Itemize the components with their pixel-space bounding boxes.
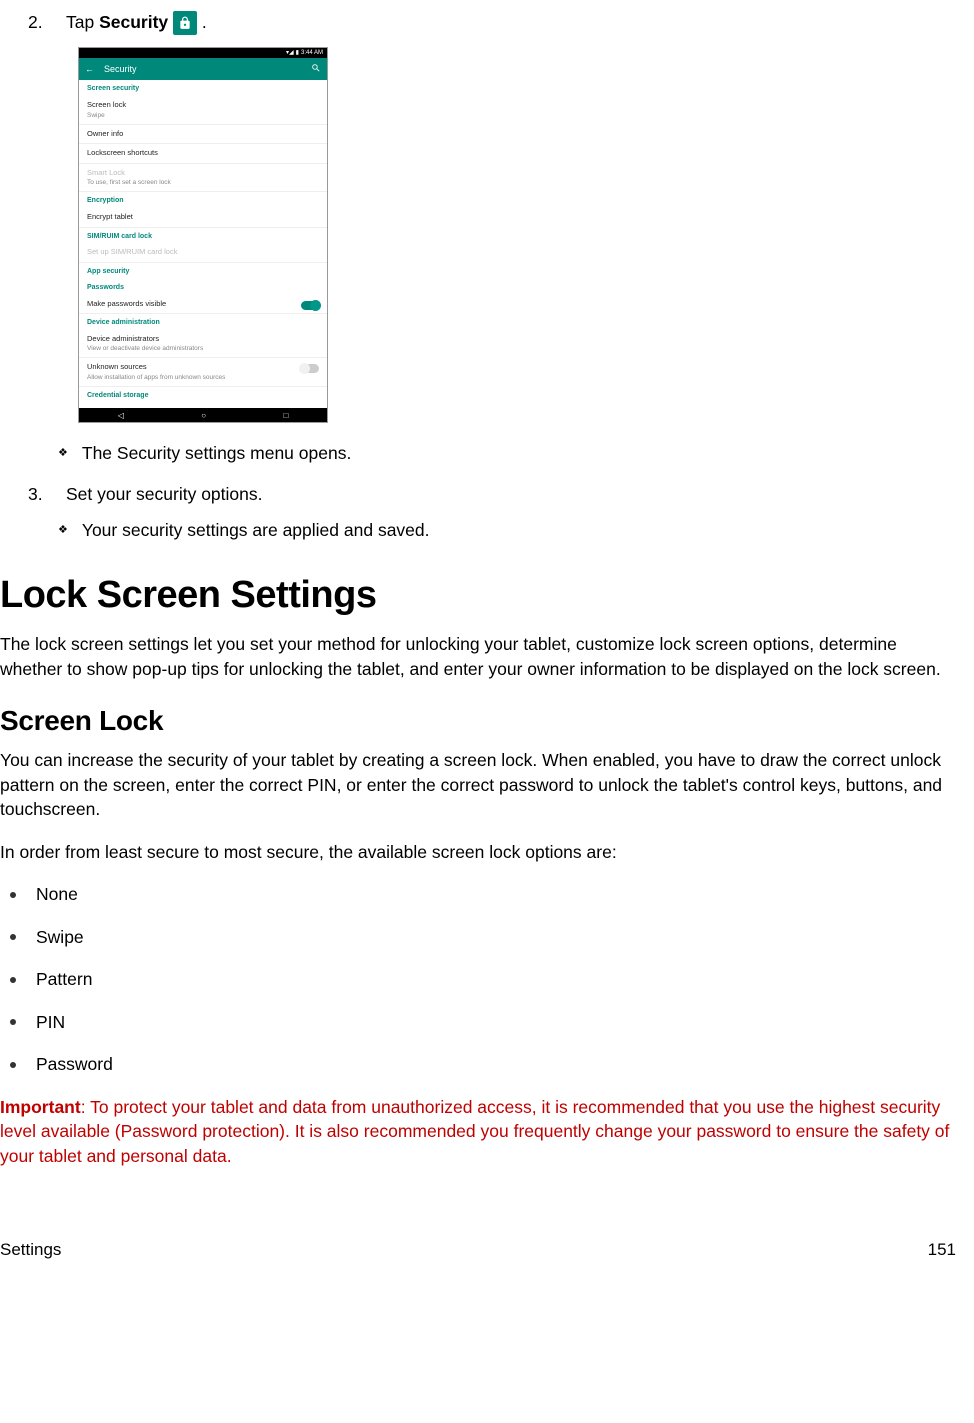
result-bullet-2: ❖ Your security settings are applied and… [58,518,956,543]
lock-icon [173,11,197,35]
nav-back-icon: ◁ [118,410,124,421]
step-2: 2. Tap Security . [28,10,956,35]
paragraph: In order from least secure to most secur… [0,840,956,865]
page-footer: Settings 151 [0,1238,956,1262]
paragraph: The lock screen settings let you set you… [0,632,956,681]
phone-appbar: ← Security [79,58,327,80]
nav-recent-icon: □ [283,410,288,421]
status-time: 3:44 AM [301,49,323,57]
search-icon [311,63,321,77]
important-note: Important: To protect your tablet and da… [0,1095,956,1169]
bullet-icon [10,1019,16,1025]
result-bullet-1: ❖ The Security settings menu opens. [58,441,956,466]
list-item: None [8,882,956,907]
step-number: 3. [28,482,50,507]
nav-home-icon: ○ [201,410,206,421]
step-number: 2. [28,10,50,35]
back-icon: ← [85,63,94,76]
list-item: Swipe [8,925,956,950]
phone-statusbar: ▾◢ ▮ 3:44 AM [79,48,327,58]
step-3: 3. Set your security options. [28,482,956,507]
diamond-bullet-icon: ❖ [58,441,68,466]
phone-navbar: ◁ ○ □ [79,408,327,422]
toggle-off-icon [301,364,319,373]
appbar-title: Security [104,63,137,76]
bullet-icon [10,1062,16,1068]
heading-screen-lock: Screen Lock [0,701,956,740]
security-screenshot: ▾◢ ▮ 3:44 AM ← Security Screen security … [78,47,956,423]
list-item: Pattern [8,967,956,992]
toggle-on-icon [301,301,319,310]
signal-icon: ▾◢ [286,49,294,57]
bullet-icon [10,892,16,898]
bullet-icon [10,934,16,940]
bullet-icon [10,977,16,983]
battery-icon: ▮ [296,49,299,57]
step-text: Set your security options. [66,482,262,507]
list-item: PIN [8,1010,956,1035]
phone-frame: ▾◢ ▮ 3:44 AM ← Security Screen security … [78,47,328,423]
list-item: Password [8,1052,956,1077]
phone-body: Screen security Screen lockSwipe Owner i… [79,80,327,408]
footer-page-number: 151 [928,1238,956,1262]
paragraph: You can increase the security of your ta… [0,748,956,822]
heading-lock-screen-settings: Lock Screen Settings [0,569,956,622]
lock-options-list: None Swipe Pattern PIN Password [8,882,956,1077]
step-text: Tap Security . [66,10,207,35]
footer-section: Settings [0,1238,61,1262]
diamond-bullet-icon: ❖ [58,518,68,543]
